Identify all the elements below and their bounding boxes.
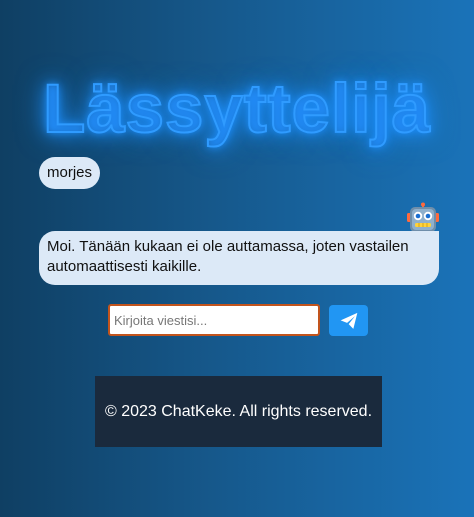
robot-icon bbox=[406, 202, 440, 234]
user-message-bubble: morjes bbox=[39, 157, 101, 189]
message-input[interactable] bbox=[108, 304, 320, 336]
paper-plane-icon bbox=[340, 312, 357, 329]
copyright-text: © 2023 ChatKeke. All rights reserved. bbox=[104, 402, 373, 420]
footer: © 2023 ChatKeke. All rights reserved. bbox=[95, 376, 382, 447]
send-button[interactable] bbox=[329, 305, 368, 336]
bot-message-bubble: Moi. Tänään kukaan ei ole auttamassa, jo… bbox=[39, 231, 439, 285]
